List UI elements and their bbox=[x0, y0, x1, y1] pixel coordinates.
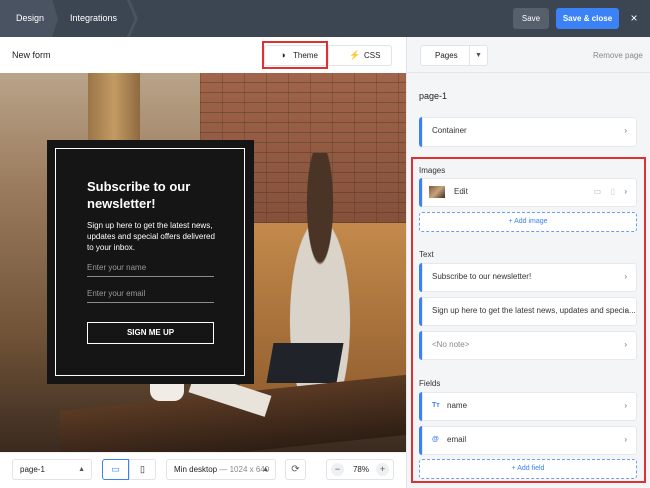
chevron-right-icon: › bbox=[624, 126, 627, 135]
chevron-down-icon[interactable]: ▼ bbox=[475, 46, 482, 65]
container-item[interactable]: Container › bbox=[419, 117, 637, 147]
tab-integrations[interactable]: Integrations bbox=[58, 0, 134, 37]
theme-highlight-box bbox=[262, 41, 328, 69]
zoom-value: 78% bbox=[352, 465, 369, 474]
zoom-control: − 78% + bbox=[326, 459, 394, 480]
close-icon[interactable]: × bbox=[627, 10, 641, 26]
chevron-up-icon: ▲ bbox=[262, 466, 269, 473]
css-button[interactable]: ⚡ CSS bbox=[328, 45, 392, 66]
screen-size-select[interactable]: Min desktop — 1024 x 640 ▲ bbox=[166, 459, 276, 480]
chevron-up-icon: ▲ bbox=[78, 466, 85, 473]
remove-page-link[interactable]: Remove page bbox=[593, 51, 643, 60]
zoom-in-button[interactable]: + bbox=[376, 463, 389, 476]
form-name: New form bbox=[12, 50, 51, 60]
lightning-icon: ⚡ bbox=[349, 50, 361, 60]
css-label: CSS bbox=[364, 51, 381, 60]
page-title: page-1 bbox=[419, 91, 448, 101]
monitor-icon: ▭ bbox=[111, 464, 120, 474]
name-field[interactable]: Enter your name bbox=[87, 263, 214, 277]
signup-description[interactable]: Sign up here to get the latest news, upd… bbox=[87, 220, 217, 253]
phone-icon: ▯ bbox=[140, 464, 145, 474]
page-select[interactable]: page-1 ▲ bbox=[12, 459, 92, 480]
panel-highlight-box bbox=[411, 157, 646, 483]
page-select-value: page-1 bbox=[20, 465, 45, 474]
rotate-icon[interactable]: ⟳ bbox=[285, 459, 306, 480]
email-field[interactable]: Enter your email bbox=[87, 289, 214, 303]
pages-label: Pages bbox=[435, 51, 458, 60]
signup-title[interactable]: Subscribe to our newsletter! bbox=[87, 178, 247, 212]
signup-box[interactable] bbox=[47, 140, 254, 384]
pages-separator bbox=[469, 46, 470, 65]
zoom-out-button[interactable]: − bbox=[331, 463, 344, 476]
tab-design[interactable]: Design bbox=[0, 0, 58, 37]
desktop-view-button[interactable]: ▭ bbox=[102, 459, 129, 480]
save-and-close-button[interactable]: Save & close bbox=[556, 8, 619, 29]
save-button[interactable]: Save bbox=[513, 8, 549, 29]
mobile-view-button[interactable]: ▯ bbox=[129, 459, 156, 480]
container-label: Container bbox=[432, 126, 467, 135]
screen-size-label: Min desktop bbox=[174, 465, 218, 474]
pages-select[interactable]: Pages ▼ bbox=[420, 45, 488, 66]
panel-divider bbox=[406, 72, 650, 73]
sign-me-up-button[interactable]: SIGN ME UP bbox=[87, 322, 214, 344]
background-laptop bbox=[266, 343, 344, 383]
